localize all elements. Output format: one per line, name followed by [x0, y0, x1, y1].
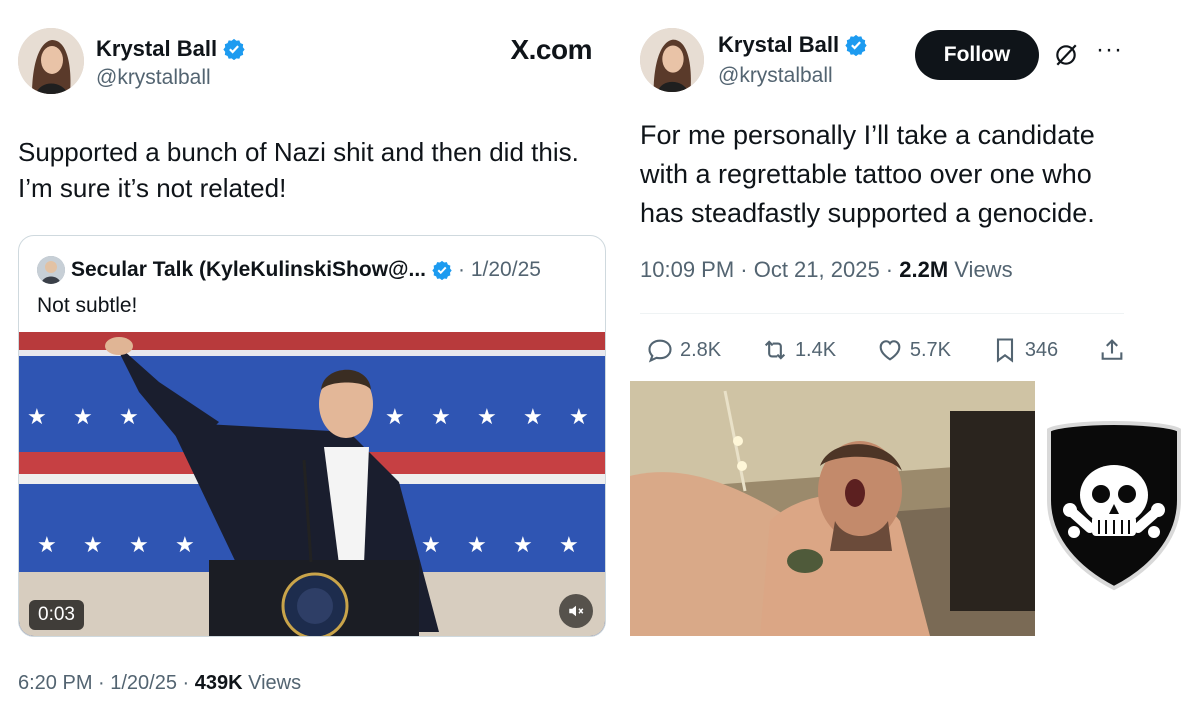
- svg-text:★: ★: [175, 533, 195, 558]
- bookmark-icon: [996, 338, 1013, 363]
- like-count: 5.7K: [909, 338, 952, 361]
- avatar-image: [37, 256, 65, 284]
- right-tweet: Krystal Ball @krystalball Follow ··· For…: [612, 0, 1200, 708]
- svg-text:★: ★: [37, 533, 57, 558]
- views-label: Views: [242, 672, 302, 694]
- author-name[interactable]: Krystal Ball: [718, 32, 839, 58]
- site-label: X.com: [510, 34, 592, 65]
- repost-button[interactable]: 1.4K: [761, 336, 836, 364]
- quoted-tweet-header: Secular Talk (KyleKulinskiShow@... · 1/2…: [37, 256, 541, 284]
- svg-text:★: ★: [523, 405, 543, 430]
- tweet-timestamp[interactable]: 10:09 PM · Oct 21, 2025 ·: [640, 257, 899, 282]
- grok-icon[interactable]: [1053, 42, 1079, 68]
- svg-text:★: ★: [129, 533, 149, 558]
- mute-icon-glyph: [569, 605, 584, 617]
- avatar-image: [18, 28, 84, 94]
- skull-emblem-image: [1047, 420, 1181, 591]
- video-duration: 0:03: [29, 600, 84, 630]
- reply-button[interactable]: 2.8K: [646, 336, 721, 364]
- quoted-author-avatar: [37, 256, 65, 284]
- photo-image: [630, 381, 1035, 636]
- author-handle[interactable]: @krystalball: [718, 64, 833, 88]
- verified-badge-icon: [432, 260, 452, 280]
- more-icon[interactable]: ···: [1096, 36, 1123, 64]
- svg-text:★: ★: [421, 533, 441, 558]
- quoted-author-name[interactable]: Secular Talk (KyleKulinskiShow@...: [71, 258, 426, 282]
- svg-text:★: ★: [569, 405, 589, 430]
- like-button[interactable]: 5.7K: [876, 336, 951, 364]
- author-handle[interactable]: @krystalball: [96, 66, 211, 90]
- svg-text:★: ★: [477, 405, 497, 430]
- like-icon: [879, 340, 901, 361]
- tweet-text-line: I’m sure it’s not related!: [18, 173, 287, 203]
- left-tweet: Krystal Ball @krystalball X.com Supporte…: [0, 0, 612, 708]
- author-name-row: Krystal Ball: [718, 32, 867, 58]
- verified-badge-icon: [223, 38, 245, 60]
- svg-text:★: ★: [83, 533, 103, 558]
- quoted-tweet-card[interactable]: Secular Talk (KyleKulinskiShow@... · 1/2…: [18, 235, 606, 637]
- verified-badge-icon: [845, 34, 867, 56]
- video-frame: ★★★★ ★★★★★ ★★★★ ★★★★: [19, 332, 605, 636]
- svg-text:★: ★: [27, 405, 47, 430]
- repost-count: 1.4K: [794, 338, 837, 361]
- tweet-text-line: For me personally I’ll take a candidate: [640, 120, 1095, 150]
- tweet-text: For me personally I’ll take a candidate …: [640, 116, 1095, 233]
- author-name-row: Krystal Ball: [96, 36, 245, 62]
- svg-text:★: ★: [431, 405, 451, 430]
- author-avatar[interactable]: [18, 28, 84, 94]
- views-count: 439K: [194, 672, 243, 694]
- svg-text:★: ★: [513, 533, 533, 558]
- svg-text:★: ★: [385, 405, 405, 430]
- mute-icon[interactable]: [559, 594, 593, 628]
- svg-text:★: ★: [73, 405, 93, 430]
- svg-text:★: ★: [119, 405, 139, 430]
- divider: [640, 313, 1124, 314]
- avatar-image: [640, 28, 704, 92]
- tweet-text: Supported a bunch of Nazi shit and then …: [18, 134, 579, 206]
- video-player[interactable]: ★★★★ ★★★★★ ★★★★ ★★★★ 0:03: [19, 332, 605, 636]
- action-bar: 2.8K 1.4K 5.7K 346: [646, 336, 1126, 364]
- quoted-tweet-date: · 1/20/25: [458, 258, 541, 281]
- quoted-tweet-text: Not subtle!: [37, 294, 138, 317]
- share-button[interactable]: [1098, 336, 1126, 364]
- tweet-text-line: has steadfastly supported a genocide.: [640, 198, 1095, 228]
- share-icon: [1101, 339, 1123, 360]
- tweet-text-line: Supported a bunch of Nazi shit and then …: [18, 137, 579, 167]
- follow-button[interactable]: Follow: [915, 30, 1039, 80]
- reply-count: 2.8K: [680, 338, 722, 361]
- tweet-metadata: 10:09 PM · Oct 21, 2025 · 2.2M Views: [640, 257, 1013, 283]
- svg-text:★: ★: [467, 533, 487, 558]
- views-count: 2.2M: [899, 257, 949, 282]
- bookmark-button[interactable]: 346: [991, 336, 1058, 364]
- tweet-timestamp[interactable]: 6:20 PM · 1/20/25 ·: [18, 672, 195, 694]
- bookmark-count: 346: [1024, 338, 1059, 361]
- tweet-text-line: with a regrettable tattoo over one who: [640, 159, 1092, 189]
- svg-text:★: ★: [559, 533, 579, 558]
- repost-icon: [764, 340, 786, 360]
- author-name[interactable]: Krystal Ball: [96, 36, 217, 62]
- attached-photo[interactable]: [630, 381, 1035, 636]
- author-avatar[interactable]: [640, 28, 704, 92]
- tweet-metadata: 6:20 PM · 1/20/25 · 439K Views: [18, 672, 301, 695]
- views-label: Views: [948, 257, 1013, 282]
- reply-icon: [648, 339, 672, 363]
